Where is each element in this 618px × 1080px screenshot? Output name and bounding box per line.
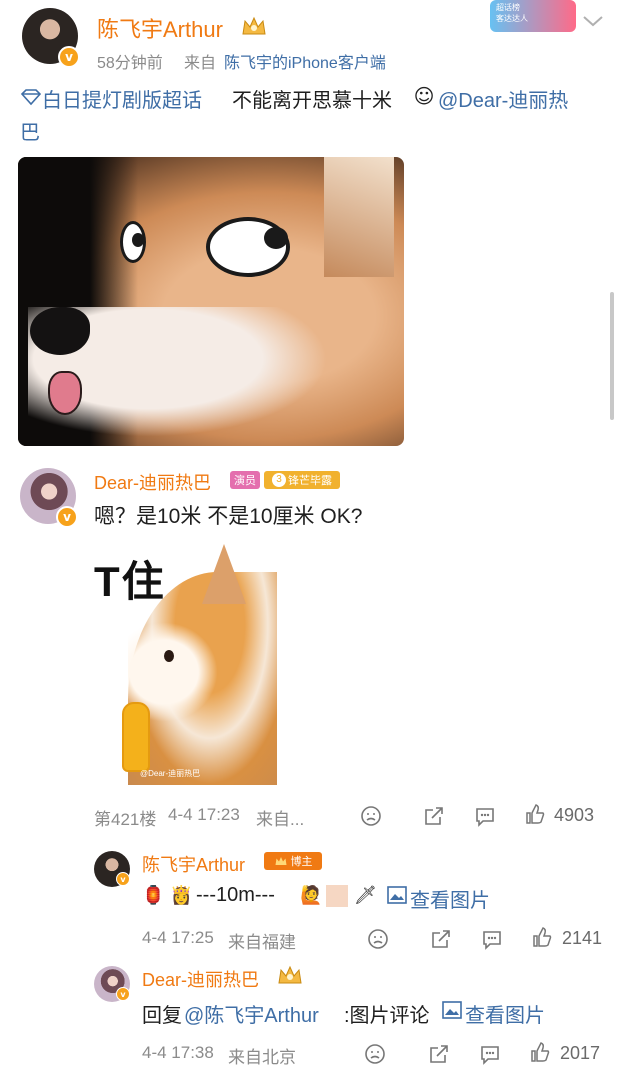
mention-link-wrap[interactable]: 巴 (20, 116, 40, 145)
picture-icon (387, 886, 407, 904)
chevron-down-icon[interactable] (582, 14, 604, 28)
reply-source: 来自福建 (228, 933, 296, 952)
crown-icon (278, 965, 302, 984)
share-icon[interactable] (428, 1043, 450, 1065)
event-badge-line2: 客达达人 (496, 14, 528, 23)
view-image-link[interactable]: 查看图片 (465, 999, 545, 1028)
reply-text: ---10m--- (196, 884, 275, 906)
comment-icon[interactable] (474, 805, 496, 827)
lantern-icon: 🏮 (142, 885, 165, 906)
fox-nose (30, 307, 90, 355)
smiling-face-with-hearts-icon: ☺ (413, 84, 435, 108)
reply-time: 4-4 17:25 (142, 928, 214, 947)
reply-source: 来自北京 (228, 1048, 296, 1067)
princess-icon: 👸 (170, 885, 193, 906)
like-count: 4903 (554, 805, 595, 825)
thumb-up-icon[interactable] (529, 1041, 551, 1063)
mention-link[interactable]: @Dear-迪丽热 (438, 84, 568, 113)
post-source-prefix: 来自 (184, 55, 217, 72)
post-source[interactable]: 陈飞宇的iPhone客户端 (224, 49, 386, 73)
share-icon[interactable] (430, 928, 452, 950)
comment-text: 嗯？是10米 不是10厘米 OK? (94, 505, 363, 528)
reply-target-link[interactable]: @陈飞宇Arthur (184, 999, 319, 1028)
topic-link[interactable]: 白日提灯剧版超话 (42, 84, 202, 113)
fox-pupil-left (132, 233, 144, 247)
crown-icon (242, 16, 266, 35)
share-icon[interactable] (423, 805, 445, 827)
post-time: 58分钟前 (97, 55, 163, 72)
scrollbar[interactable] (610, 292, 614, 420)
author-badge: 博主 (264, 852, 322, 870)
woman-icon: 🙋 (300, 885, 323, 906)
comment-source: 来自... (256, 810, 305, 829)
reply-author-name[interactable]: 陈飞宇Arthur (142, 851, 245, 877)
fox-ear (324, 157, 394, 277)
image-caption: T住 (94, 558, 166, 605)
verified-badge: v (116, 872, 130, 886)
view-image-link[interactable]: 查看图片 (410, 884, 490, 913)
like-count: 2141 (562, 928, 603, 948)
fox-tongue (48, 371, 82, 415)
comment-author-name[interactable]: Dear-迪丽热巴 (94, 469, 211, 495)
post-text: 不能离开思慕十米 (232, 90, 392, 112)
comment-icon[interactable] (479, 1043, 501, 1065)
verified-badge: v (56, 506, 78, 528)
reply-time: 4-4 17:38 (142, 1043, 214, 1062)
frown-face-icon[interactable] (367, 928, 389, 950)
event-badge[interactable]: 超话榜 客达达人 (490, 0, 576, 32)
reply-author-name[interactable]: Dear-迪丽热巴 (142, 966, 259, 992)
fan-tag: 3 锋芒毕露 (264, 471, 340, 489)
frown-face-icon[interactable] (364, 1043, 386, 1065)
author-badge-label: 博主 (290, 856, 313, 868)
thumb-up-icon[interactable] (531, 926, 553, 948)
image-watermark: @Dear-迪丽热巴 (140, 769, 201, 778)
post-image[interactable] (18, 157, 404, 446)
diamond-icon (20, 89, 42, 106)
like-count: 2017 (560, 1043, 601, 1063)
comment-icon[interactable] (481, 928, 503, 950)
comment-floor: 第421楼 (94, 810, 157, 829)
cat-eye (164, 650, 174, 662)
fan-tag-label: 锋芒毕露 (288, 475, 332, 487)
skin-tone-block (326, 885, 348, 907)
thumb-up-icon[interactable] (524, 803, 546, 825)
fox-pupil-right (264, 227, 288, 249)
comment-image[interactable]: T住 @Dear-迪丽热巴 (92, 542, 277, 785)
crown-icon (275, 857, 286, 865)
cat-ear (202, 544, 246, 604)
verified-badge: v (116, 987, 130, 1001)
reply-text: :图片评论 (344, 1005, 430, 1027)
fan-level: 3 (272, 473, 286, 487)
sword-icon: 🗡 (354, 885, 377, 906)
frown-face-icon[interactable] (360, 805, 382, 827)
actor-tag: 演员 (230, 471, 260, 489)
picture-icon (442, 1001, 462, 1019)
reply-prefix: 回复 (142, 1005, 182, 1027)
stop-hand-icon (122, 702, 150, 772)
verified-badge: v (58, 46, 80, 68)
event-badge-line1: 超话榜 (496, 3, 520, 12)
post-author-name[interactable]: 陈飞宇Arthur (97, 12, 223, 44)
comment-time: 4-4 17:23 (168, 805, 240, 824)
